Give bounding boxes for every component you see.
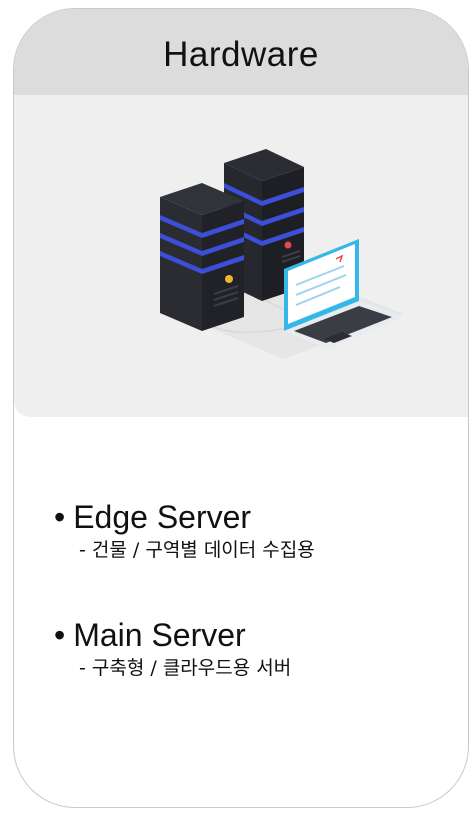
card-title: Hardware [163, 35, 319, 74]
bullet-icon: • [54, 499, 66, 535]
edge-server-detail: - 건물 / 구역별 데이터 수집용 [79, 539, 315, 561]
front-server [160, 183, 244, 331]
edge-server-label: Edge Server [73, 499, 252, 535]
edge-server-title: • Edge Server [54, 497, 315, 537]
card-header: Hardware [14, 9, 468, 95]
main-server-detail: - 구축형 / 클라우드용 서버 [79, 657, 292, 679]
list-item-main-server: • Main Server - 구축형 / 클라우드용 서버 [54, 615, 315, 681]
server-list: • Edge Server - 건물 / 구역별 데이터 수집용 • Main Se… [54, 497, 315, 733]
main-server-title: • Main Server [54, 615, 315, 655]
list-item-edge-server: • Edge Server - 건물 / 구역별 데이터 수집용 [54, 497, 315, 563]
main-server-label: Main Server [73, 617, 246, 653]
server-laptop-icon [160, 149, 404, 359]
bullet-icon: • [54, 617, 66, 653]
hardware-card: Hardware • Edge Server - 건물 / 구역별 데이터 수집… [13, 8, 469, 808]
image-panel [14, 95, 468, 417]
